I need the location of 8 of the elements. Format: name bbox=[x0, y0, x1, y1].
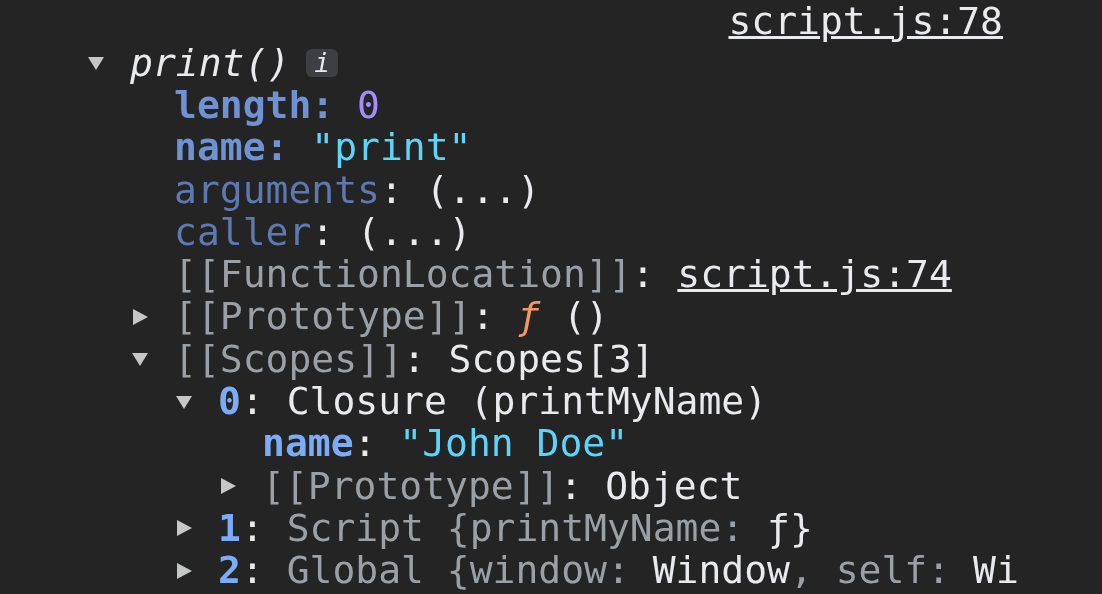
caret-right-icon[interactable] bbox=[131, 307, 149, 326]
caret-right-icon[interactable] bbox=[175, 519, 193, 538]
tree-row-text: 2: Global {window: Window, self: Wi bbox=[218, 548, 1019, 594]
caret-right-icon[interactable] bbox=[219, 477, 237, 496]
source-link[interactable]: script.js:74 bbox=[677, 252, 952, 297]
source-link[interactable]: script.js:78 bbox=[728, 0, 1003, 50]
info-badge[interactable]: i bbox=[306, 49, 338, 78]
caret-right-icon[interactable] bbox=[175, 561, 193, 580]
